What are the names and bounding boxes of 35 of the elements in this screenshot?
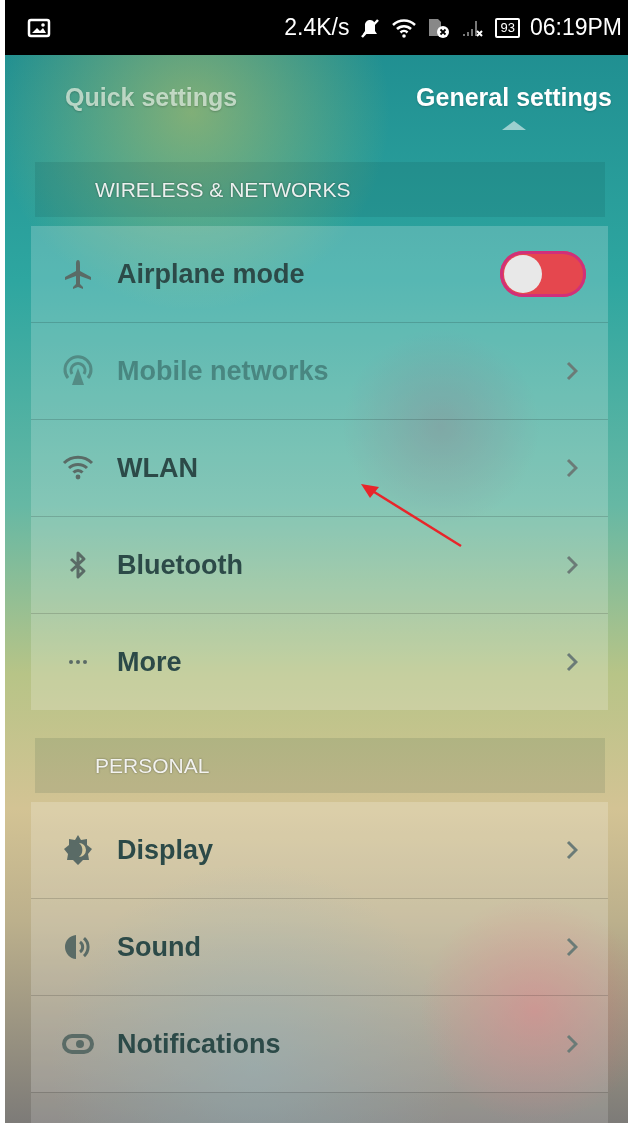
battery-level: 93 bbox=[495, 17, 520, 38]
settings-row[interactable]: Bluetooth bbox=[31, 517, 608, 614]
antenna-icon bbox=[61, 354, 95, 388]
settings-row[interactable]: More bbox=[31, 614, 608, 710]
network-speed: 2.4K/s bbox=[284, 14, 350, 41]
chevron-icon bbox=[566, 937, 578, 957]
toggle-switch[interactable] bbox=[500, 251, 586, 297]
settings-row[interactable]: Notifications bbox=[31, 996, 608, 1092]
chevron-icon bbox=[566, 361, 578, 381]
clock-time: 06:19PM bbox=[529, 14, 622, 41]
sim-error-icon bbox=[427, 16, 452, 39]
section-header: PERSONAL bbox=[35, 738, 605, 793]
selected-indicator-icon bbox=[502, 121, 527, 130]
section-header: WIRELESS & NETWORKS bbox=[35, 162, 605, 217]
settings-row[interactable]: Display bbox=[31, 802, 608, 899]
dots-icon bbox=[68, 659, 88, 665]
settings-tab[interactable]: General settings bbox=[416, 55, 612, 112]
settings-row[interactable]: Airplane mode bbox=[31, 226, 608, 323]
image-icon bbox=[27, 17, 51, 38]
setting-label: Display bbox=[117, 834, 214, 866]
setting-label: Mobile networks bbox=[117, 355, 329, 387]
setting-label: Bluetooth bbox=[117, 549, 243, 581]
chevron-icon bbox=[566, 840, 578, 860]
setting-label: More bbox=[117, 646, 182, 678]
chevron-icon bbox=[566, 652, 578, 672]
chevron-icon bbox=[566, 1034, 578, 1054]
setting-label: Airplane mode bbox=[117, 258, 305, 290]
setting-label: WLAN bbox=[117, 452, 198, 484]
setting-label: Sound bbox=[117, 931, 201, 963]
settings-row[interactable]: Sound bbox=[31, 899, 608, 996]
chevron-icon bbox=[566, 555, 578, 575]
wifi-icon bbox=[391, 17, 418, 38]
chevron-icon bbox=[566, 458, 578, 478]
brightness-icon bbox=[61, 833, 95, 867]
setting-label: Notifications bbox=[117, 1028, 281, 1060]
